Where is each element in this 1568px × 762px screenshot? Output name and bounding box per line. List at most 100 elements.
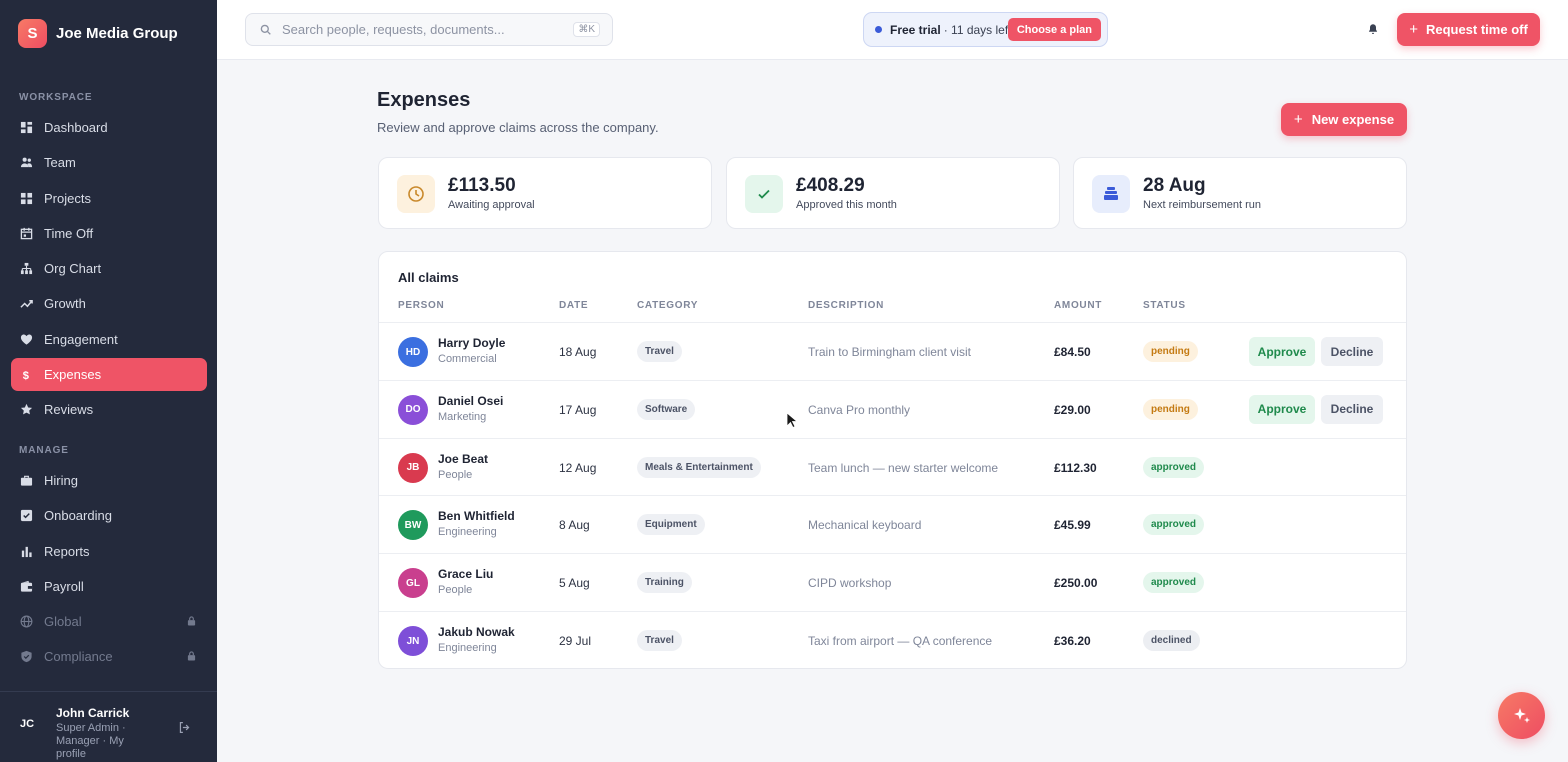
heart-icon	[20, 333, 33, 346]
sidebar-item-engagement[interactable]: Engagement	[11, 323, 207, 356]
logout-icon[interactable]	[178, 721, 191, 734]
bell-icon[interactable]	[1367, 23, 1379, 36]
star-icon	[20, 403, 33, 416]
person-name: Jakub Nowak	[438, 625, 515, 639]
category-badge: Software	[637, 398, 696, 420]
sidebar-item-label: Expenses	[44, 366, 102, 382]
brand-logo: S	[18, 19, 47, 48]
user-avatar: JC	[20, 718, 35, 730]
brand[interactable]: S Joe Media Group	[18, 19, 178, 48]
sidebar-item-expenses[interactable]: $ Expenses	[11, 357, 207, 391]
sidebar-item-org-chart[interactable]: Org Chart	[11, 252, 207, 285]
sidebar-item-reports[interactable]: Reports	[11, 535, 207, 568]
sidebar-item-time-off[interactable]: Time Off	[11, 217, 207, 250]
sidebar-item-label: Onboarding	[44, 508, 112, 524]
user-name: John Carrick	[56, 706, 130, 720]
check-icon	[745, 175, 783, 213]
sidebar-item-projects[interactable]: Projects	[11, 182, 207, 215]
column-header-person: PERSON	[398, 300, 445, 311]
claim-amount: £45.99	[1054, 518, 1091, 533]
claim-description: Team lunch — new starter welcome	[808, 460, 999, 475]
stat-label: Approved this month	[796, 199, 897, 211]
ai-assistant-button[interactable]	[1498, 692, 1545, 739]
decline-button[interactable]: Decline	[1321, 394, 1383, 424]
avatar: HD	[398, 337, 428, 367]
status-badge: pending	[1143, 398, 1198, 420]
claim-amount: £29.00	[1054, 402, 1091, 417]
sidebar-item-label: Growth	[44, 296, 86, 312]
user-role: Super Admin · Manager · My profile	[56, 722, 126, 760]
wallet-icon	[20, 580, 33, 593]
table-row[interactable]: HD Harry Doyle Commercial 18 Aug Travel Train…	[379, 322, 1406, 380]
new-expense-button[interactable]: + New expense	[1281, 103, 1407, 136]
sidebar-item-label: Compliance	[44, 649, 113, 665]
sidebar-item-hiring[interactable]: Hiring	[11, 464, 207, 497]
team-icon	[20, 156, 33, 169]
sidebar-item-global[interactable]: Global	[11, 605, 207, 638]
trial-days-left: · 11 days left	[943, 22, 1012, 37]
sidebar-item-compliance[interactable]: Compliance	[11, 640, 207, 673]
claim-description: Mechanical keyboard	[808, 518, 922, 533]
sidebar-item-label: Hiring	[44, 473, 78, 488]
claim-amount: £250.00	[1054, 576, 1098, 591]
claim-description: Canva Pro monthly	[808, 402, 911, 417]
claim-description: Taxi from airport — QA conference	[808, 634, 993, 648]
approve-button[interactable]: Approve	[1249, 394, 1315, 424]
sidebar-divider	[0, 691, 217, 692]
category-badge: Travel	[637, 630, 682, 651]
claim-description: Train to Birmingham client visit	[808, 345, 971, 359]
request-time-off-label: Request time off	[1425, 22, 1528, 37]
projects-icon	[20, 192, 33, 205]
stat-label: Awaiting approval	[448, 199, 535, 211]
decline-button[interactable]: Decline	[1321, 337, 1383, 366]
claim-description: CIPD workshop	[808, 576, 892, 591]
search-bar[interactable]: ⌘K	[245, 13, 613, 46]
person-department: People	[438, 584, 473, 597]
brand-name: Joe Media Group	[56, 25, 178, 42]
search-input[interactable]	[282, 22, 562, 37]
stat-value: £408.29	[796, 175, 865, 196]
sidebar-item-growth[interactable]: Growth	[11, 287, 207, 320]
sidebar-item-team[interactable]: Team	[11, 146, 207, 179]
sidebar: S Joe Media Group WORKSPACE Dashboard Tea…	[0, 0, 217, 762]
trial-label: Free trial	[890, 22, 941, 37]
mouse-cursor-icon	[786, 412, 797, 429]
category-badge: Equipment	[637, 514, 705, 536]
table-row[interactable]: JB Joe Beat People 12 Aug Meals & Entertainm…	[379, 437, 1406, 496]
status-badge: approved	[1143, 514, 1205, 536]
table-row[interactable]: BW Ben Whitfield Engineering 8 Aug Equipment…	[379, 495, 1406, 553]
column-header-status: STATUS	[1143, 300, 1186, 311]
category-badge: Training	[637, 572, 692, 594]
sidebar-item-label: Time Off	[44, 225, 94, 241]
sidebar-item-onboarding[interactable]: Onboarding	[11, 499, 207, 532]
person-name: Joe Beat	[438, 451, 489, 466]
sidebar-item-dashboard[interactable]: Dashboard	[11, 111, 207, 144]
approve-button[interactable]: Approve	[1249, 337, 1315, 366]
claim-date: 18 Aug	[559, 345, 597, 359]
table-row[interactable]: GL Grace Liu People 5 Aug Training CIPD works…	[379, 553, 1406, 611]
person-department: People	[438, 468, 473, 481]
request-time-off-button[interactable]: + Request time off	[1397, 13, 1540, 46]
sidebar-item-payroll[interactable]: Payroll	[11, 570, 207, 603]
person-department: Engineering	[438, 526, 497, 539]
avatar: GL	[398, 568, 428, 599]
page-subtitle: Review and approve claims across the com…	[377, 120, 659, 135]
status-badge: approved	[1143, 456, 1205, 478]
dashboard-icon	[20, 121, 33, 134]
table-row[interactable]: DO Daniel Osei Marketing 17 Aug Software Canv…	[379, 379, 1406, 438]
table-row[interactable]: JN Jakub Nowak Engineering 29 Jul Travel Taxi…	[379, 611, 1406, 668]
column-header-description: DESCRIPTION	[808, 300, 885, 311]
choose-plan-button[interactable]: Choose a plan	[1007, 18, 1101, 41]
svg-text:$: $	[23, 370, 30, 381]
stat-card-reimbursement: 28 Aug Next reimbursement run	[1073, 157, 1407, 229]
person-department: Marketing	[438, 410, 487, 423]
sidebar-item-reviews[interactable]: Reviews	[11, 393, 207, 426]
page-title: Expenses	[377, 89, 471, 111]
claim-date: 5 Aug	[559, 576, 590, 591]
topbar: ⌘K Free trial · 11 days left Choose a pl…	[217, 0, 1568, 60]
trial-banner: Free trial · 11 days left Choose a plan	[863, 12, 1108, 47]
stack-icon	[1092, 175, 1130, 213]
stat-value: 28 Aug	[1143, 175, 1206, 196]
search-shortcut: ⌘K	[573, 22, 600, 37]
sidebar-item-label: Projects	[44, 190, 91, 206]
